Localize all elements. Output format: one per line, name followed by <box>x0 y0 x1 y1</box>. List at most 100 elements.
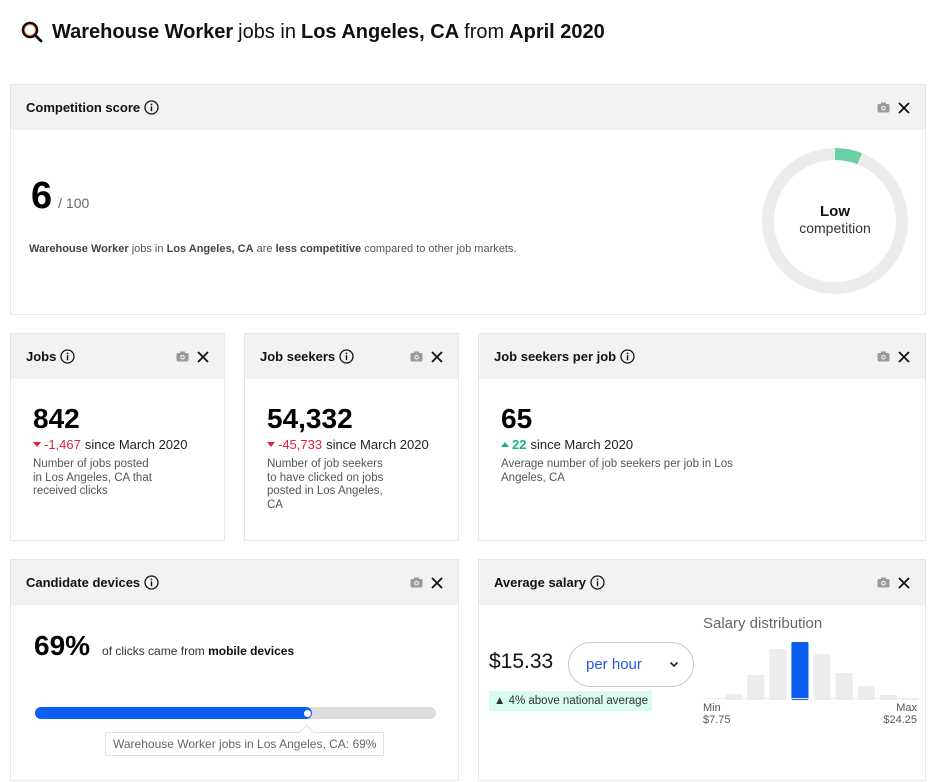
devices-text-bold: mobile devices <box>208 644 295 658</box>
average-salary-card: Average salary $15.33 per hour ▲ 4% abov… <box>478 559 926 781</box>
jobs-change: -1,467 since March 2020 <box>33 437 202 452</box>
close-icon[interactable] <box>898 350 910 363</box>
salary-comparison-badge: ▲ 4% above national average <box>489 691 652 711</box>
seekers-description: Number of job seekers to have clicked on… <box>267 458 384 511</box>
camera-icon[interactable] <box>176 351 189 362</box>
salary-distribution-title: Salary distribution <box>703 615 823 632</box>
salary-amount: $15.33 <box>489 650 554 673</box>
card-tools <box>877 350 910 363</box>
jobs-value: 842 <box>33 403 80 434</box>
gauge-label-text: competition <box>799 220 871 236</box>
mobile-share-bar-marker[interactable] <box>303 710 311 717</box>
info-icon[interactable] <box>339 349 354 364</box>
mobile-share-bar[interactable] <box>35 707 436 719</box>
info-icon[interactable] <box>60 349 75 364</box>
per-job-change-value: 22 <box>512 437 527 452</box>
card-title: Job seekers per job <box>494 349 635 364</box>
salary-min: Min $7.75 <box>703 702 731 726</box>
search-icon <box>20 20 44 44</box>
close-icon[interactable] <box>197 350 209 363</box>
camera-icon[interactable] <box>410 351 423 362</box>
desc-tail: compared to other job markets. <box>361 243 517 255</box>
chevron-down-icon <box>669 661 679 668</box>
close-icon[interactable] <box>898 576 910 589</box>
per-job-description: Average number of job seekers per job in… <box>501 458 733 484</box>
card-title: Job seekers <box>260 349 354 364</box>
card-title: Jobs <box>26 349 75 364</box>
desc-location: Los Angeles, CA <box>166 243 254 255</box>
card-title-text: Competition score <box>26 100 141 115</box>
close-icon[interactable] <box>431 576 443 589</box>
info-icon[interactable] <box>144 575 159 590</box>
salary-distribution-baseline <box>703 698 919 699</box>
title-jobs-in: jobs in <box>238 20 296 43</box>
camera-icon[interactable] <box>877 577 890 588</box>
salary-distribution-chart <box>725 642 919 700</box>
per-job-value: 65 <box>501 403 533 434</box>
down-arrow-icon <box>33 442 41 447</box>
card-tools <box>877 576 910 589</box>
competition-score-max: / 100 <box>58 195 90 211</box>
competition-description: Warehouse Worker jobs in Los Angeles, CA… <box>29 243 516 255</box>
camera-icon[interactable] <box>877 351 890 362</box>
salary-period-select[interactable]: per hour <box>568 642 694 687</box>
camera-icon[interactable] <box>877 102 890 113</box>
job-seekers-per-job-card: Job seekers per job 65 22 since March 20… <box>478 333 926 541</box>
card-header: Job seekers <box>245 334 458 379</box>
seekers-value: 54,332 <box>267 403 353 434</box>
card-title-text: Jobs <box>26 349 57 364</box>
card-title-text: Candidate devices <box>26 575 141 590</box>
close-icon[interactable] <box>898 101 910 114</box>
salary-bin <box>725 694 743 700</box>
seekers-change: -45,733 since March 2020 <box>267 437 436 452</box>
info-icon[interactable] <box>620 349 635 364</box>
mobile-share-bar-fill <box>35 707 312 719</box>
card-tools <box>410 350 443 363</box>
devices-summary: 69% of clicks came from mobile devices <box>34 630 294 662</box>
seekers-change-value: -45,733 <box>278 437 323 452</box>
jobs-description: Number of jobs posted in Los Angeles, CA… <box>33 458 152 497</box>
card-title-text: Job seekers <box>260 349 336 364</box>
salary-bin <box>835 673 853 700</box>
salary-min-label: Min <box>703 702 721 714</box>
page-title: Warehouse Worker jobs in Los Angeles, CA… <box>20 20 605 44</box>
title-date: April 2020 <box>509 20 605 43</box>
competition-score-value: 6 <box>31 175 53 217</box>
gauge-value-arc <box>834 148 862 165</box>
card-tools <box>176 350 209 363</box>
seekers-change-suffix: since March 2020 <box>326 437 429 452</box>
salary-period-value: per hour <box>586 656 642 673</box>
job-seekers-card: Job seekers 54,332 -45,733 since March 2… <box>244 333 459 541</box>
desc-job: Warehouse Worker <box>29 243 129 255</box>
info-icon[interactable] <box>144 100 159 115</box>
title-job: Warehouse Worker <box>52 20 234 43</box>
salary-min-value: $7.75 <box>703 714 731 726</box>
score-row: 6 / 100 <box>31 175 89 218</box>
per-job-change-suffix: since March 2020 <box>530 437 634 452</box>
card-header: Jobs <box>11 334 224 379</box>
devices-text: of clicks came from mobile devices <box>102 644 294 658</box>
card-header: Average salary <box>479 560 925 605</box>
info-icon[interactable] <box>590 575 605 590</box>
close-icon[interactable] <box>431 350 443 363</box>
devices-percent: 69% <box>34 630 91 661</box>
per-job-change: 22 since March 2020 <box>501 437 903 452</box>
down-arrow-icon <box>267 442 275 447</box>
jobs-card: Jobs 842 -1,467 since March 2020 Number … <box>10 333 225 541</box>
camera-icon[interactable] <box>410 577 423 588</box>
card-title-text: Job seekers per job <box>494 349 617 364</box>
jobs-change-value: -1,467 <box>44 437 81 452</box>
desc-level: less competitive <box>275 243 362 255</box>
salary-bin <box>769 649 787 700</box>
salary-bin-highlight <box>791 642 809 700</box>
card-tools <box>877 101 910 114</box>
card-tools <box>410 576 443 589</box>
stat-body: 842 -1,467 since March 2020 Number of jo… <box>11 379 224 499</box>
card-header: Candidate devices <box>11 560 458 605</box>
card-title-text: Average salary <box>494 575 587 590</box>
gauge-label-level: Low <box>820 203 850 220</box>
title-from: from <box>464 20 505 43</box>
desc-mid1: jobs in <box>128 243 167 255</box>
devices-text-pre: of clicks came from <box>102 644 205 658</box>
gauge-label: Low competition <box>761 203 909 236</box>
